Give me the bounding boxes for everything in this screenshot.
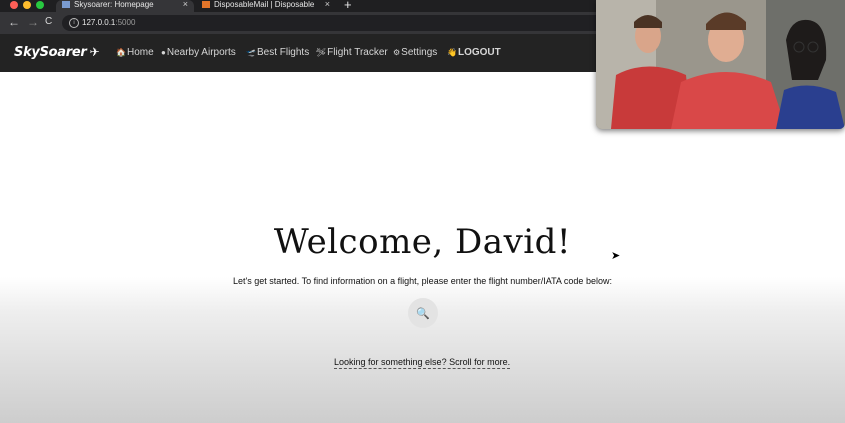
nav-flight-tracker[interactable]: 🛩Flight Tracker: [316, 47, 388, 58]
nav-best-flights[interactable]: 🛫Best Flights: [246, 47, 309, 58]
welcome-heading: Welcome, David!: [273, 222, 572, 262]
mail-favicon-icon: [202, 1, 210, 8]
webcam-video-overlay: [596, 0, 845, 129]
search-icon: 🔍: [416, 308, 430, 320]
minimize-window-button[interactable]: [23, 1, 31, 9]
new-tab-button[interactable]: +: [344, 0, 352, 12]
close-tab-icon[interactable]: ×: [325, 0, 330, 9]
close-window-button[interactable]: [10, 1, 18, 9]
webcam-people-image: [596, 0, 845, 129]
search-button[interactable]: 🔍: [408, 298, 438, 328]
nav-settings[interactable]: ⚙Settings: [393, 47, 437, 58]
tab-skysoarer[interactable]: Skysoarer: Homepage ×: [56, 0, 194, 12]
scroll-more-link[interactable]: Looking for something else? Scroll for m…: [334, 357, 511, 369]
site-favicon-icon: [62, 1, 70, 8]
nav-home[interactable]: 🏠Home: [116, 47, 154, 58]
reload-icon[interactable]: C: [45, 16, 52, 27]
close-tab-icon[interactable]: ×: [183, 0, 188, 9]
back-arrow-icon[interactable]: ←: [8, 15, 20, 29]
departure-icon: 🛫: [246, 48, 256, 57]
nav-nearby-airports[interactable]: ●Nearby Airports: [161, 47, 236, 58]
house-icon: 🏠: [116, 48, 126, 57]
plane-icon: ✈: [89, 45, 100, 59]
site-info-icon[interactable]: i: [69, 18, 79, 28]
tab-title: Skysoarer: Homepage: [74, 0, 154, 9]
forward-arrow-icon[interactable]: →: [27, 15, 39, 29]
nav-logout[interactable]: 👋LOGOUT: [447, 47, 501, 58]
dot-icon: ●: [161, 48, 166, 57]
mouse-cursor-icon: ➤: [611, 250, 621, 262]
tab-disposablemail[interactable]: DisposableMail | Disposable ×: [196, 0, 336, 12]
address-bar[interactable]: i 127.0.0.1:5000: [62, 15, 622, 31]
brand-logo[interactable]: SkySoarer ✈: [14, 45, 100, 60]
maximize-window-button[interactable]: [36, 1, 44, 9]
gear-icon: ⚙: [393, 48, 401, 57]
wave-icon: 👋: [447, 48, 457, 57]
url-text: 127.0.0.1:5000: [82, 18, 136, 27]
tab-title: DisposableMail | Disposable: [214, 0, 315, 9]
airplane-icon: 🛩: [316, 48, 327, 57]
instructions-text: Let's get started. To find information o…: [233, 276, 612, 286]
